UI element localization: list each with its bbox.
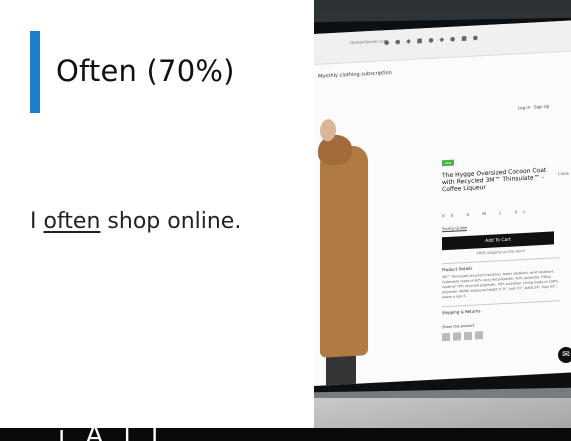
example-sentence: I often shop online. (30, 209, 241, 234)
product-details-text: 3M™ Thinsulate recycled insulation, wate… (442, 269, 559, 300)
model-legs (326, 355, 356, 387)
slide-title: Often (70%) (56, 54, 235, 88)
auth-links[interactable]: Log In · Sign Up (518, 104, 549, 111)
facebook-icon[interactable] (442, 332, 450, 342)
pinterest-icon[interactable] (464, 331, 472, 341)
close-button[interactable]: Close (558, 171, 569, 177)
email-icon[interactable] (475, 331, 483, 340)
toolbar-icons: ● ● ◆ ■ ● ◆ ● ■ ● (384, 34, 481, 47)
model-photo (314, 109, 374, 387)
sizing-guide-link[interactable]: Sizing Guide (442, 220, 560, 231)
laptop-photo: thehardlyever.com ● ● ◆ ■ ● ◆ ● ■ ● Mont… (314, 0, 571, 441)
accent-bar (30, 31, 40, 113)
twitter-icon[interactable] (453, 332, 461, 341)
size-options[interactable]: XS S M L XL (442, 207, 560, 219)
video-caption: i A l l (0, 428, 571, 441)
caption-text: i A l l (58, 428, 164, 441)
slide-panel: Often (70%) I often shop online. (0, 0, 314, 441)
sentence-suffix: shop online. (100, 209, 242, 234)
laptop-screen: thehardlyever.com ● ● ◆ ■ ● ◆ ● ■ ● Mont… (314, 20, 571, 387)
product-title: The Hygge Oversized Cocoon Coat with Rec… (442, 166, 547, 194)
sentence-keyword: often (43, 209, 101, 234)
url-text[interactable]: thehardlyever.com (350, 38, 388, 45)
coat-shape (320, 145, 368, 358)
new-badge: new (442, 159, 455, 167)
subscription-banner[interactable]: Monthly clothing subscription (318, 70, 392, 80)
share-icons (442, 327, 560, 342)
shipping-returns-header[interactable]: Shipping & Returns (442, 300, 560, 316)
chat-icon[interactable]: ✉ (558, 347, 571, 363)
sentence-prefix: I (30, 209, 44, 234)
product-panel: new The Hygge Oversized Cocoon Coat with… (442, 143, 560, 342)
